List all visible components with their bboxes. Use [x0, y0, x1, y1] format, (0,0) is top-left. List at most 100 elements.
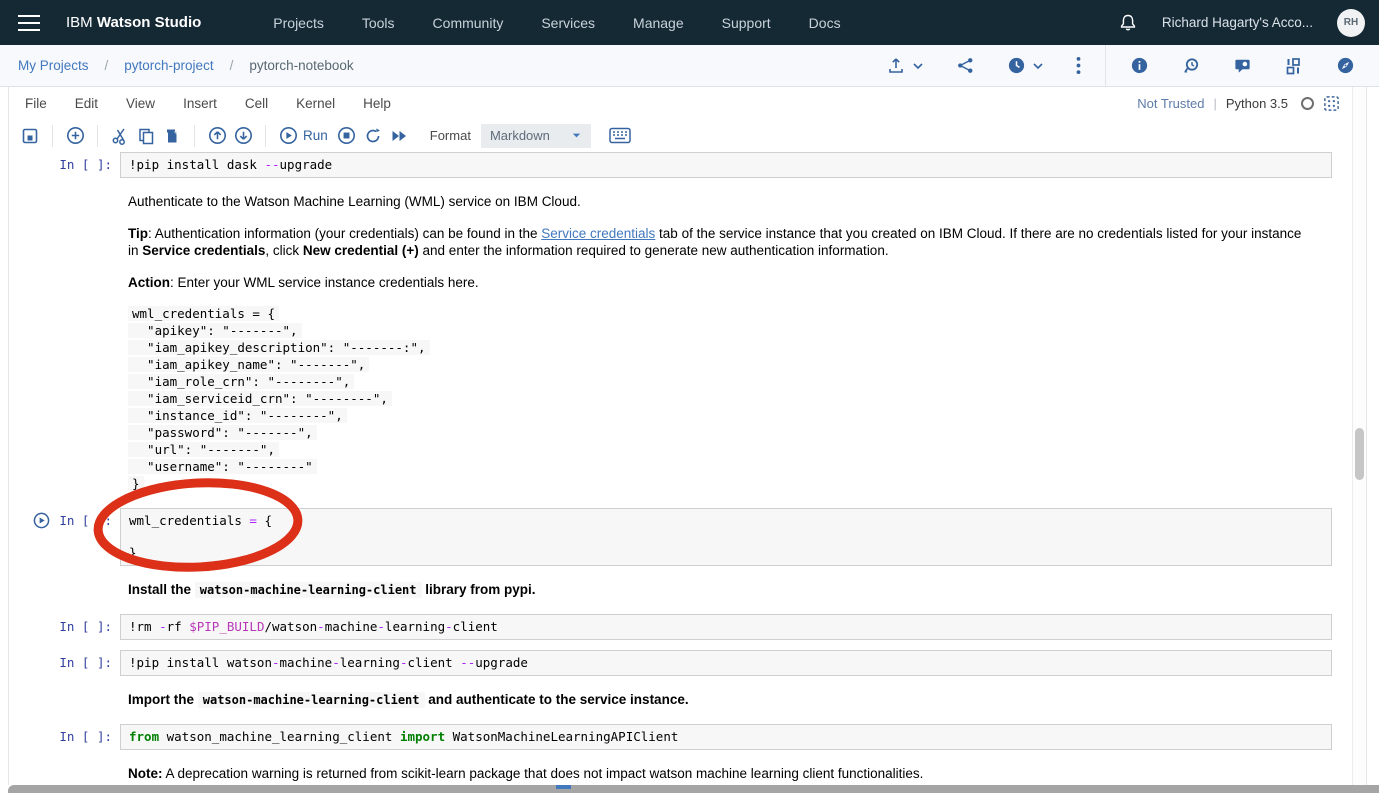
chevron-down-icon: [913, 62, 923, 69]
breadcrumb-my-projects[interactable]: My Projects: [18, 58, 89, 73]
cell-input[interactable]: from watson_machine_learning_client impo…: [120, 724, 1332, 750]
markdown-code-block: wml_credentials = { "apikey": "-------",…: [128, 306, 1351, 493]
scrollbar-thumb[interactable]: [1355, 428, 1364, 480]
breadcrumb-separator: /: [104, 58, 109, 73]
pipe-separator: |: [1213, 95, 1217, 111]
nav-item-projects[interactable]: Projects: [273, 15, 324, 31]
plus-circle-icon: [66, 127, 84, 144]
md-text: Service credentials: [142, 243, 266, 258]
code-block-line: "instance_id": "--------",: [128, 408, 347, 423]
notifications-icon[interactable]: [1118, 13, 1138, 33]
markdown-cell: Authenticate to the Watson Machine Learn…: [128, 193, 1351, 210]
code-cell: In [ ]: from watson_machine_learning_clie…: [9, 724, 1351, 750]
run-button[interactable]: [275, 124, 301, 148]
cell-type-select[interactable]: Markdown: [480, 123, 591, 148]
comments-button[interactable]: [1217, 56, 1268, 75]
info-icon: [1131, 57, 1148, 74]
trust-status[interactable]: Not Trusted: [1137, 96, 1204, 111]
stop-button[interactable]: [334, 124, 360, 148]
move-cell-up-button[interactable]: [204, 124, 230, 148]
fast-forward-icon: [392, 130, 406, 141]
md-text: A deprecation warning is returned from s…: [162, 766, 924, 781]
markdown-cell: Tip: Authentication information (your cr…: [128, 225, 1351, 259]
comments-icon: [1235, 59, 1250, 73]
markdown-cell: Note: A deprecation warning is returned …: [128, 765, 1351, 782]
stop-icon: [338, 127, 356, 144]
guide-button[interactable]: [1320, 56, 1361, 75]
restart-kernel-button[interactable]: [360, 124, 386, 148]
cell-input[interactable]: wml_credentials = { }: [120, 508, 1332, 566]
code-block-line: "iam_apikey_description": "-------:",: [128, 340, 430, 355]
nav-item-manage[interactable]: Manage: [633, 15, 684, 31]
copy-button[interactable]: [133, 124, 159, 148]
run-label[interactable]: Run: [303, 128, 328, 143]
cut-icon: [112, 128, 125, 145]
notebook-frame: File Edit View Insert Cell Kernel Help Not Tru…: [8, 87, 1367, 785]
menu-view[interactable]: View: [112, 96, 169, 111]
kebab-menu-icon: [1076, 56, 1081, 75]
upload-button[interactable]: [870, 56, 940, 76]
scrollbar: [1352, 87, 1366, 785]
history-button[interactable]: [1165, 56, 1217, 76]
markdown-cell: Install the watson-machine-learning-clie…: [128, 581, 1351, 599]
save-icon: [22, 128, 38, 143]
code-cell: In [ ]: !pip install watson-machine-learn…: [9, 650, 1351, 676]
md-link[interactable]: Service credentials: [541, 226, 655, 241]
menu-file[interactable]: File: [11, 96, 61, 111]
notebook-cells: In [ ]: !pip install dask --upgrade Authen…: [9, 152, 1351, 785]
share-button[interactable]: [940, 56, 991, 75]
markdown-cell: Action: Enter your WML service instance …: [128, 274, 1351, 291]
overflow-menu-button[interactable]: [1060, 56, 1097, 75]
main-nav: Projects Tools Community Services Manage Supp…: [273, 15, 840, 31]
restart-run-all-button[interactable]: [386, 124, 412, 148]
menu-help[interactable]: Help: [349, 96, 405, 111]
menu-kernel[interactable]: Kernel: [282, 96, 349, 111]
app-title[interactable]: IBM Watson Studio: [66, 14, 201, 31]
arrow-up-circle-icon: [208, 127, 226, 144]
nav-item-services[interactable]: Services: [541, 15, 595, 31]
menu-cell[interactable]: Cell: [231, 96, 282, 111]
bottom-edge: [8, 785, 1379, 793]
nav-item-community[interactable]: Community: [433, 15, 504, 31]
cut-button[interactable]: [107, 124, 133, 148]
md-text: library from pypi.: [421, 582, 536, 597]
nav-item-docs[interactable]: Docs: [809, 15, 841, 31]
arrow-down-circle-icon: [234, 127, 252, 144]
cell-input[interactable]: !pip install watson-machine-learning-cli…: [120, 650, 1332, 676]
code-block-line: "iam_serviceid_crn": "--------",: [128, 391, 392, 406]
move-cell-down-button[interactable]: [230, 124, 256, 148]
nav-item-support[interactable]: Support: [722, 15, 771, 31]
cell-prompt: In [ ]:: [59, 729, 112, 744]
avatar[interactable]: RH: [1337, 8, 1365, 37]
md-text: Note:: [128, 766, 163, 781]
command-palette-button[interactable]: [607, 124, 633, 148]
versions-button[interactable]: [991, 56, 1060, 75]
save-button[interactable]: [17, 124, 43, 148]
md-text: Tip: [128, 226, 148, 241]
notebook-menubar: File Edit View Insert Cell Kernel Help Not Tru…: [9, 87, 1366, 119]
menu-insert[interactable]: Insert: [169, 96, 231, 111]
app-header: IBM Watson Studio Projects Tools Community…: [0, 0, 1379, 45]
cell-input[interactable]: !pip install dask --upgrade: [120, 152, 1332, 178]
upload-icon: [889, 57, 903, 73]
code-cell: In [ ]: !pip install dask --upgrade: [9, 152, 1351, 178]
cell-prompt: In [ ]:: [59, 619, 112, 634]
md-text: and authenticate to the service instance…: [424, 692, 689, 707]
environment-button[interactable]: [1268, 56, 1320, 76]
md-text: Action: [128, 275, 170, 290]
restart-icon: [366, 128, 380, 142]
cell-type-value: Markdown: [489, 128, 550, 143]
menu-edit[interactable]: Edit: [61, 96, 112, 111]
breadcrumb-pytorch-project[interactable]: pytorch-project: [124, 58, 213, 73]
code-block-line: wml_credentials = {: [128, 306, 279, 321]
insert-cell-button[interactable]: [62, 124, 88, 148]
account-menu[interactable]: Richard Hagarty's Acco...: [1162, 15, 1313, 30]
markdown-cell: Import the watson-machine-learning-clien…: [128, 691, 1351, 709]
cell-input[interactable]: !rm -rf $PIP_BUILD/watson-machine-learni…: [120, 614, 1332, 640]
info-button[interactable]: [1114, 56, 1165, 75]
menu-icon[interactable]: [18, 14, 40, 31]
nav-item-tools[interactable]: Tools: [362, 15, 395, 31]
code-cell: In [ ]: wml_credentials = { }: [9, 478, 1351, 572]
paste-button[interactable]: [159, 124, 185, 148]
run-cell-icon[interactable]: [33, 512, 50, 529]
